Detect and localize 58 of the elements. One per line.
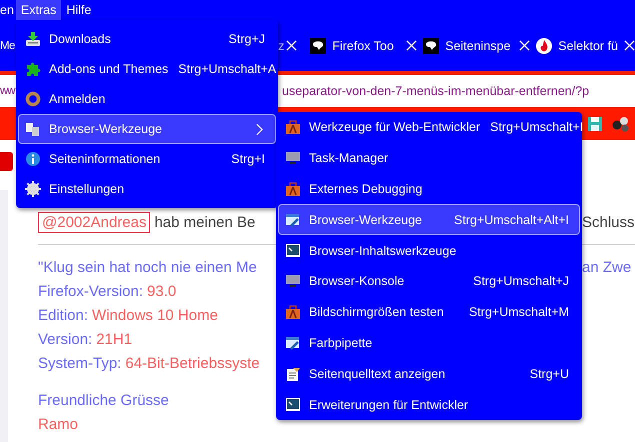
pages-icon [25,121,41,137]
signature-line: an Zwe [582,258,632,276]
menu-item[interactable]: Erweiterungen für Entwickler [278,389,580,420]
signature-line: Edition: Windows 10 Home [38,306,218,324]
menu-item[interactable]: Browser-Konsole Strg+Umschalt+J [278,266,580,297]
menu-item[interactable]: Downloads Strg+J [18,24,276,54]
terminal-icon [285,242,301,259]
spheres-icon[interactable] [611,116,631,132]
tab-title[interactable]: Selektor fü [558,38,618,52]
menu-item[interactable]: Seitenquelltext anzeigen Strg+U [278,358,580,390]
signature-line: "Klug sein hat noch nie einen Me [38,258,257,276]
menu-item[interactable]: Seiteninformationen Strg+I [18,144,276,174]
menu-bar-item[interactable]: Extras [16,0,62,20]
window-wrench-icon [285,212,301,228]
menu-item[interactable]: Einstellungen [18,174,276,204]
menu-item[interactable]: Farbpipette [278,328,580,358]
document-icon [285,366,301,382]
tab-title[interactable]: Firefox Too [332,38,400,52]
close-icon[interactable] [519,40,530,51]
menu-item[interactable]: Task-Manager [278,142,580,174]
settings-icon [25,181,41,197]
close-icon[interactable] [624,40,635,51]
menu-item[interactable]: Browser-Inhaltswerkzeuge [278,235,580,266]
close-icon[interactable] [406,40,418,51]
menu-bar-item[interactable]: Hilfe [61,0,96,20]
bubble-icon [310,38,326,54]
bubble-icon [423,38,440,54]
tab-title[interactable]: Me [0,40,15,52]
menu-item[interactable]: Browser-Werkzeuge Strg+Umschalt+Alt+I [278,204,580,236]
post-text: hab meinen Be [154,214,256,230]
greeting-text: Freundliche Grüsse [38,391,169,411]
tab-title[interactable]: z [278,38,284,52]
close-icon[interactable] [286,40,298,51]
signature-line: Firefox-Version: 93.0 [38,282,176,300]
monitor-icon [285,150,301,166]
menu-item[interactable]: Bildschirmgrößen testen Strg+Umschalt+M [278,296,580,328]
flame-icon [536,38,552,54]
signature-line: System-Typ: 64-Bit-Betriebssyste [38,354,260,372]
monitor-icon [285,273,301,290]
terminal-icon [285,396,301,413]
menu-bar-item[interactable]: en [0,0,16,20]
menu-item[interactable]: Werkzeuge für Web-Entwickler Strg+Umschalt+I [278,112,580,143]
download-icon [25,31,41,47]
tab-title[interactable]: Seiteninspe [445,38,514,52]
menu-item[interactable]: Externes Debugging [278,174,580,204]
signature-name: Ramo [38,415,78,435]
post-text: Schluss [582,214,635,230]
ring-icon [25,91,41,107]
toolbox-icon [285,119,301,136]
chevron-right-icon [256,122,263,136]
save-icon[interactable] [587,116,603,132]
toolbox-icon [285,180,301,197]
info-icon [25,151,41,167]
signature-line: Version: 21H1 [38,330,132,348]
menu-item[interactable]: Browser-Werkzeuge [18,114,276,144]
puzzle-icon [25,61,41,77]
toolbox-icon [285,304,301,320]
window-wrench-icon [285,334,301,351]
